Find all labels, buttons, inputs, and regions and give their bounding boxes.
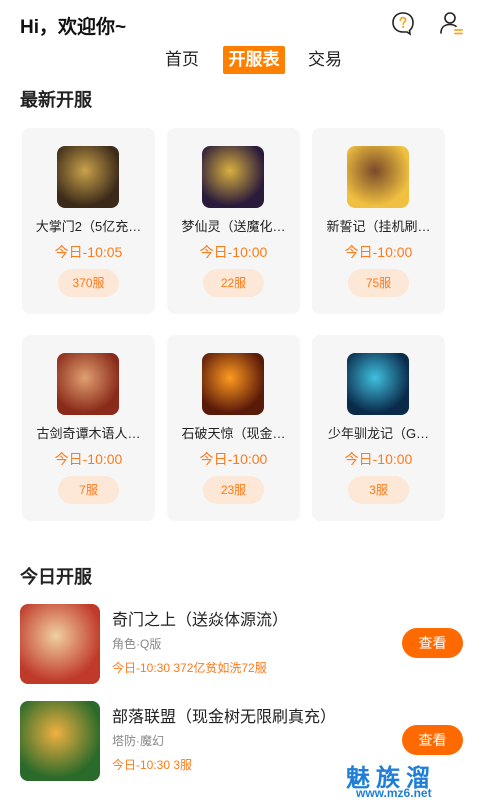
game-thumbnail <box>20 701 100 781</box>
server-card[interactable]: 古剑奇谭木语人… 今日-10:00 7服 <box>22 335 155 521</box>
main-tabs: 首页 开服表 交易 <box>0 46 480 76</box>
game-name: 石破天惊（现金… <box>181 426 286 441</box>
open-info: 今日-10:30 3服 <box>112 758 193 772</box>
game-thumbnail <box>347 146 409 208</box>
server-card[interactable]: 新誓记（挂机刷… 今日-10:00 75服 <box>312 128 445 314</box>
server-card[interactable]: 大掌门2（5亿充… 今日-10:05 370服 <box>22 128 155 314</box>
view-button[interactable]: 查看 <box>402 725 463 755</box>
open-time: 今日-10:00 <box>199 451 268 467</box>
top-bar: Hi，欢迎你~ 首页 开服表 交易 <box>0 0 480 84</box>
open-time: 今日-10:00 <box>54 451 123 467</box>
server-badge: 7服 <box>58 476 119 504</box>
game-name: 梦仙灵（送魔化… <box>181 219 286 234</box>
game-thumbnail <box>20 604 100 684</box>
site-watermark: 魅族溜 www.mz6.net <box>338 758 468 800</box>
latest-servers-title: 最新开服 <box>20 90 92 110</box>
game-category: 塔防·魔幻 <box>112 734 164 748</box>
game-name: 大掌门2（5亿充… <box>35 219 142 234</box>
tab-home[interactable]: 首页 <box>160 46 204 74</box>
game-name: 少年驯龙记（G… <box>327 426 430 441</box>
list-item[interactable]: 奇门之上（送焱体源流） 角色·Q版 今日-10:30 372亿贫如洗72服 查看 <box>0 604 480 690</box>
game-name: 古剑奇谭木语人… <box>36 426 141 441</box>
open-time: 今日-10:00 <box>344 244 413 260</box>
game-name: 新誓记（挂机刷… <box>326 219 431 234</box>
watermark-url: www.mz6.net <box>356 786 432 800</box>
game-name: 部落联盟（现金树无限刷真充） <box>112 709 337 726</box>
open-time: 今日-10:00 <box>344 451 413 467</box>
open-time: 今日-10:00 <box>199 244 268 260</box>
tab-server-list[interactable]: 开服表 <box>223 46 285 74</box>
game-thumbnail <box>57 146 119 208</box>
server-card[interactable]: 梦仙灵（送魔化… 今日-10:00 22服 <box>167 128 300 314</box>
tab-trade[interactable]: 交易 <box>303 46 347 74</box>
game-thumbnail <box>347 353 409 415</box>
game-category: 角色·Q版 <box>112 637 162 651</box>
server-card[interactable]: 石破天惊（现金… 今日-10:00 23服 <box>167 335 300 521</box>
server-badge: 370服 <box>58 269 119 297</box>
server-list-content[interactable]: 最新开服 大掌门2（5亿充… 今日-10:05 370服 梦仙灵（送魔化… 今日… <box>0 84 480 800</box>
server-badge: 22服 <box>203 269 264 297</box>
open-info: 今日-10:30 372亿贫如洗72服 <box>112 661 267 675</box>
game-thumbnail <box>57 353 119 415</box>
view-button[interactable]: 查看 <box>402 628 463 658</box>
game-thumbnail <box>202 146 264 208</box>
server-badge: 23服 <box>203 476 264 504</box>
greeting-text: Hi，欢迎你~ <box>20 17 127 38</box>
server-card[interactable]: 少年驯龙记（G… 今日-10:00 3服 <box>312 335 445 521</box>
user-icon[interactable] <box>438 10 464 36</box>
today-servers-title: 今日开服 <box>20 567 92 587</box>
open-time: 今日-10:05 <box>54 244 123 260</box>
help-icon[interactable] <box>390 10 416 36</box>
server-badge: 75服 <box>348 269 409 297</box>
game-thumbnail <box>202 353 264 415</box>
game-name: 奇门之上（送焱体源流） <box>112 612 289 629</box>
server-badge: 3服 <box>348 476 409 504</box>
